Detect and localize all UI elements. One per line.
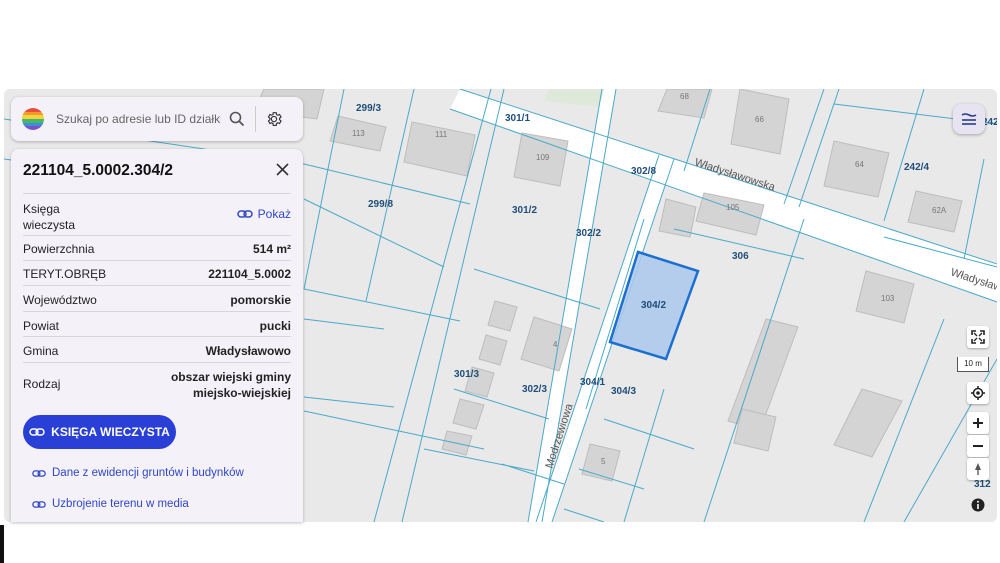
ksiega-wieczysta-button[interactable]: KSIĘGA WIECZYSTA <box>23 415 176 449</box>
divider <box>255 106 256 132</box>
parcel-label: 299/8 <box>368 199 393 210</box>
link-icon <box>29 428 45 436</box>
kw-show-label: Pokaż <box>257 207 291 221</box>
colorful-globe-logo <box>22 108 44 130</box>
parcel-label: 302/2 <box>576 228 601 239</box>
row-value: pucki <box>259 319 291 333</box>
close-icon[interactable] <box>272 159 292 179</box>
link-icon <box>32 500 46 508</box>
building-number: 105 <box>726 203 740 212</box>
layers-icon[interactable] <box>953 104 985 134</box>
row-key: Rodzaj <box>23 377 61 391</box>
ksiega-wieczysta-label: KSIĘGA WIECZYSTA <box>51 425 170 439</box>
building <box>727 318 799 431</box>
building <box>658 198 697 238</box>
parcel-label: 301/3 <box>454 369 479 380</box>
parcel-label: 306 <box>732 251 749 262</box>
row-value: 221104_5.0002 <box>208 267 291 281</box>
link-ewidencja-label: Dane z ewidencji gruntów i budynków <box>52 467 244 479</box>
row-key: Województwo <box>23 293 97 307</box>
row-key: Powierzchnia <box>23 242 95 256</box>
row-gmina: Gmina Władysławowo <box>23 336 291 363</box>
building-number: 103 <box>881 294 895 303</box>
row-powierzchnia: Powierzchnia 514 m² <box>23 235 291 261</box>
parcel-label: 302/8 <box>631 166 656 177</box>
row-rodzaj: Rodzaj obszar wiejski gminy miejsko-wiej… <box>23 362 291 407</box>
building-64 <box>823 140 890 198</box>
parcel-label: 299/3 <box>356 103 381 114</box>
panel-title: 221104_5.0002.304/2 <box>23 162 173 179</box>
row-key: Powiat <box>23 319 60 333</box>
parcel-label: 304/2 <box>641 300 666 311</box>
parcel-info-panel: 221104_5.0002.304/2 Księga wieczysta Pok… <box>11 149 303 522</box>
row-value: pomorskie <box>230 293 291 307</box>
building-number: 66 <box>755 115 764 124</box>
link-icon <box>32 469 46 477</box>
link-uzbrojenie[interactable]: Uzbrojenie terenu w media <box>32 498 189 510</box>
info-icon[interactable] <box>967 494 989 516</box>
row-value: 514 m² <box>252 242 291 256</box>
building-number: 109 <box>536 153 550 162</box>
building <box>487 300 518 332</box>
building <box>452 398 485 430</box>
search-bar <box>11 97 303 141</box>
link-uzbrojenie-label: Uzbrojenie terenu w media <box>52 498 189 510</box>
green-area <box>544 89 604 107</box>
parcel-label: 242/4 <box>904 162 929 173</box>
row-powiat: Powiat pucki <box>23 311 291 337</box>
row-wojewodztwo: Województwo pomorskie <box>23 285 291 312</box>
text-cursor <box>0 525 4 563</box>
parcel-label: 304/1 <box>580 377 605 388</box>
parcel-label: 302/3 <box>522 384 547 395</box>
search-icon[interactable] <box>223 105 251 133</box>
building-number: 62A <box>932 206 947 215</box>
row-value: obszar wiejski gminy miejsko-wiejskiej <box>170 370 291 400</box>
building-number: 5 <box>601 457 606 466</box>
kw-show-link[interactable]: Pokaż <box>236 207 291 221</box>
parcel-label: 301/2 <box>512 205 537 216</box>
link-icon <box>236 210 253 218</box>
row-value: Władysławowo <box>205 344 291 358</box>
building-number: 113 <box>352 129 365 138</box>
building <box>733 408 777 452</box>
gear-icon[interactable] <box>260 105 288 133</box>
link-ewidencja[interactable]: Dane z ewidencji gruntów i budynków <box>32 467 244 479</box>
row-key: TERYT.OBRĘB <box>23 267 107 281</box>
building <box>478 334 508 366</box>
compass-icon[interactable] <box>967 458 989 480</box>
building-number: 4 <box>553 340 558 349</box>
row-key: Księga wieczysta <box>23 202 76 232</box>
building-number: 64 <box>855 160 864 169</box>
minus-icon[interactable] <box>967 435 989 457</box>
plus-icon[interactable] <box>967 412 989 434</box>
building <box>833 388 903 458</box>
map-scale: 10 m <box>957 357 989 372</box>
building-number: 68 <box>680 92 689 101</box>
search-input[interactable] <box>54 111 223 127</box>
fullscreen-icon[interactable] <box>967 326 989 348</box>
parcel-label: 304/3 <box>611 386 636 397</box>
row-key: Gmina <box>23 344 59 358</box>
locate-icon[interactable] <box>967 382 989 404</box>
row-teryt: TERYT.OBRĘB 221104_5.0002 <box>23 260 291 286</box>
parcel-label: 312 <box>974 479 991 490</box>
parcel-label: 301/1 <box>505 113 530 124</box>
building-number: 111 <box>435 130 448 139</box>
